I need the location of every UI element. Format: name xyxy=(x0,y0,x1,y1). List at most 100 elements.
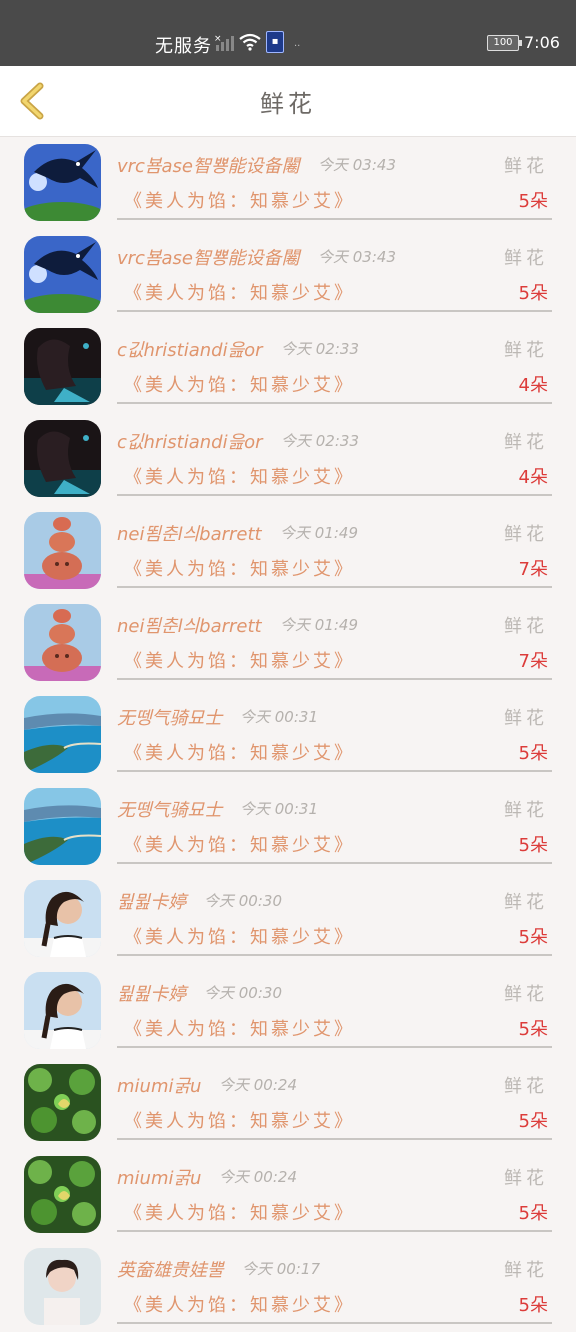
avatar[interactable] xyxy=(24,696,101,773)
send-time: 今天 03:43 xyxy=(318,248,396,266)
wifi-icon xyxy=(239,33,261,51)
gift-type-label: 鲜花 xyxy=(504,1076,548,1097)
book-title: 《美人为馅：知慕少艾》 xyxy=(124,1203,355,1224)
gift-quantity: 4朵 xyxy=(518,375,548,396)
gift-record-row[interactable]: nei뙴춘l싀barrett 今天 01:49 鲜花 《美人为馅：知慕少艾》 7朵 xyxy=(0,504,576,596)
book-title: 《美人为馅：知慕少艾》 xyxy=(124,283,355,304)
status-bar: 无服务 × ▪ .. 100 7:06 xyxy=(0,0,576,66)
gift-record-row[interactable]: miumi굵u 今天 00:24 鲜花 《美人为馅：知慕少艾》 5朵 xyxy=(0,1148,576,1240)
gift-quantity: 5朵 xyxy=(518,1111,548,1132)
sender-name: nei뙴춘l싀barrett xyxy=(117,524,262,545)
sender-name: vrc뵴ase智뿅能设备闂 xyxy=(117,248,300,269)
gift-type-label: 鲜花 xyxy=(504,984,548,1005)
gift-record-list[interactable]: vrc뵴ase智뿅能设备闂 今天 03:43 鲜花 《美人为馅：知慕少艾》 5朵 vrc뵴… xyxy=(0,136,576,1332)
gift-type-label: 鲜花 xyxy=(504,156,548,177)
gift-quantity: 5朵 xyxy=(518,835,548,856)
row-divider xyxy=(117,1322,552,1324)
avatar[interactable] xyxy=(24,788,101,865)
sender-name: 无뗑气骑묘士 xyxy=(117,800,223,821)
send-time: 今天 03:43 xyxy=(318,156,396,174)
book-title: 《美人为馅：知慕少艾》 xyxy=(124,1019,355,1040)
nav-bar: 鲜花 xyxy=(0,66,576,137)
sender-name: 英奤雄贵娃뿔 xyxy=(117,1260,224,1281)
send-time: 今天 01:49 xyxy=(280,616,358,634)
gift-record-row[interactable]: c깂hristiandi읊or 今天 02:33 鲜花 《美人为馅：知慕少艾》 4朵 xyxy=(0,320,576,412)
sender-name: c깂hristiandi읊or xyxy=(117,432,263,453)
gift-quantity: 5朵 xyxy=(518,191,548,212)
book-title: 《美人为馅：知慕少艾》 xyxy=(124,559,355,580)
gift-record-row[interactable]: vrc뵴ase智뿅能设备闂 今天 03:43 鲜花 《美人为馅：知慕少艾》 5朵 xyxy=(0,228,576,320)
gift-record-row[interactable]: c깂hristiandi읊or 今天 02:33 鲜花《美人为馅：知慕少艾》 4朵 xyxy=(0,412,576,504)
battery-icon: 100 xyxy=(487,35,522,51)
book-title: 《美人为馅：知慕少艾》 xyxy=(124,191,355,212)
avatar[interactable] xyxy=(24,512,101,589)
book-title: 《美人为馅：知慕少艾》 xyxy=(124,1111,355,1132)
gift-quantity: 5朵 xyxy=(518,1203,548,1224)
avatar[interactable] xyxy=(24,328,101,405)
gift-record-row[interactable]: 뮖뮖卡婷 今天 00:30 鲜花 《美人为馅：知慕少艾》 5朵 xyxy=(0,964,576,1056)
send-time: 今天 00:24 xyxy=(219,1168,297,1186)
send-time: 今天 00:30 xyxy=(204,984,282,1002)
row-divider xyxy=(117,310,552,312)
carrier-text: 无服务 xyxy=(155,36,212,57)
book-title: 《美人为馅：知慕少艾》 xyxy=(124,467,355,488)
book-title: 《美人为馅：知慕少艾》 xyxy=(124,927,355,948)
avatar[interactable] xyxy=(24,1248,101,1325)
book-title: 《美人为馅：知慕少艾》 xyxy=(124,651,355,672)
send-time: 今天 00:30 xyxy=(204,892,282,910)
gift-quantity: 5朵 xyxy=(518,1019,548,1040)
avatar[interactable] xyxy=(24,604,101,681)
clock-time: 7:06 xyxy=(524,33,560,52)
gift-quantity: 5朵 xyxy=(518,927,548,948)
send-time: 今天 02:33 xyxy=(281,340,359,358)
sender-name: c깂hristiandi읊or xyxy=(117,340,263,361)
sim-icon: ▪ xyxy=(266,31,284,53)
row-divider xyxy=(117,1230,552,1232)
row-divider xyxy=(117,586,552,588)
gift-type-label: 鲜花 xyxy=(504,708,548,729)
sender-name: 无뗑气骑묘士 xyxy=(117,708,223,729)
sender-name: 뮖뮖卡婷 xyxy=(117,892,187,913)
row-divider xyxy=(117,218,552,220)
gift-type-label: 鲜花 xyxy=(504,340,548,361)
row-divider xyxy=(117,1046,552,1048)
send-time: 今天 01:49 xyxy=(280,524,358,542)
status-dots-icon: .. xyxy=(294,38,301,49)
avatar[interactable] xyxy=(24,144,101,221)
signal-icon: × xyxy=(214,34,234,51)
gift-type-label: 鲜花 xyxy=(504,1260,548,1281)
book-title: 《美人为馅：知慕少艾》 xyxy=(124,1295,355,1316)
avatar[interactable] xyxy=(24,236,101,313)
gift-record-row[interactable]: miumi굵u 今天 00:24 鲜花 《美人为馅：知慕少艾》 5朵 xyxy=(0,1056,576,1148)
sender-name: vrc뵴ase智뿅能设备闂 xyxy=(117,156,300,177)
svg-text:×: × xyxy=(214,34,222,44)
avatar[interactable] xyxy=(24,972,101,1049)
gift-record-row[interactable]: 英奤雄贵娃뿔 今天 00:17 鲜花《美人为馅：知慕少艾》 5朵 xyxy=(0,1240,576,1332)
gift-quantity: 5朵 xyxy=(518,1295,548,1316)
gift-type-label: 鲜花 xyxy=(504,616,548,637)
send-time: 今天 00:17 xyxy=(242,1260,320,1278)
row-divider xyxy=(117,402,552,404)
gift-quantity: 5朵 xyxy=(518,743,548,764)
send-time: 今天 02:33 xyxy=(281,432,359,450)
page-title: 鲜花 xyxy=(260,90,316,118)
gift-record-row[interactable]: 뮖뮖卡婷 今天 00:30 鲜花《美人为馅：知慕少艾》 5朵 xyxy=(0,872,576,964)
sender-name: nei뙴춘l싀barrett xyxy=(117,616,262,637)
gift-record-row[interactable]: 无뗑气骑묘士 今天 00:31 鲜花 《美人为馅：知慕少艾》 5朵 xyxy=(0,780,576,872)
gift-type-label: 鲜花 xyxy=(504,432,548,453)
gift-quantity: 4朵 xyxy=(518,467,548,488)
gift-record-row[interactable]: nei뙴춘l싀barrett 今天 01:49 鲜花 《美人为馅：知慕少艾》 7朵 xyxy=(0,596,576,688)
sender-name: miumi굵u xyxy=(117,1076,202,1097)
send-time: 今天 00:31 xyxy=(240,708,318,726)
gift-type-label: 鲜花 xyxy=(504,892,548,913)
gift-record-row[interactable]: 无뗑气骑묘士 今天 00:31 鲜花 《美人为馅：知慕少艾》 5朵 xyxy=(0,688,576,780)
avatar[interactable] xyxy=(24,420,101,497)
send-time: 今天 00:31 xyxy=(240,800,318,818)
avatar[interactable] xyxy=(24,880,101,957)
avatar[interactable] xyxy=(24,1064,101,1141)
avatar[interactable] xyxy=(24,1156,101,1233)
row-divider xyxy=(117,678,552,680)
row-divider xyxy=(117,862,552,864)
gift-record-row[interactable]: vrc뵴ase智뿅能设备闂 今天 03:43 鲜花《美人为馅：知慕少艾》 5朵 xyxy=(0,136,576,228)
gift-quantity: 5朵 xyxy=(518,283,548,304)
